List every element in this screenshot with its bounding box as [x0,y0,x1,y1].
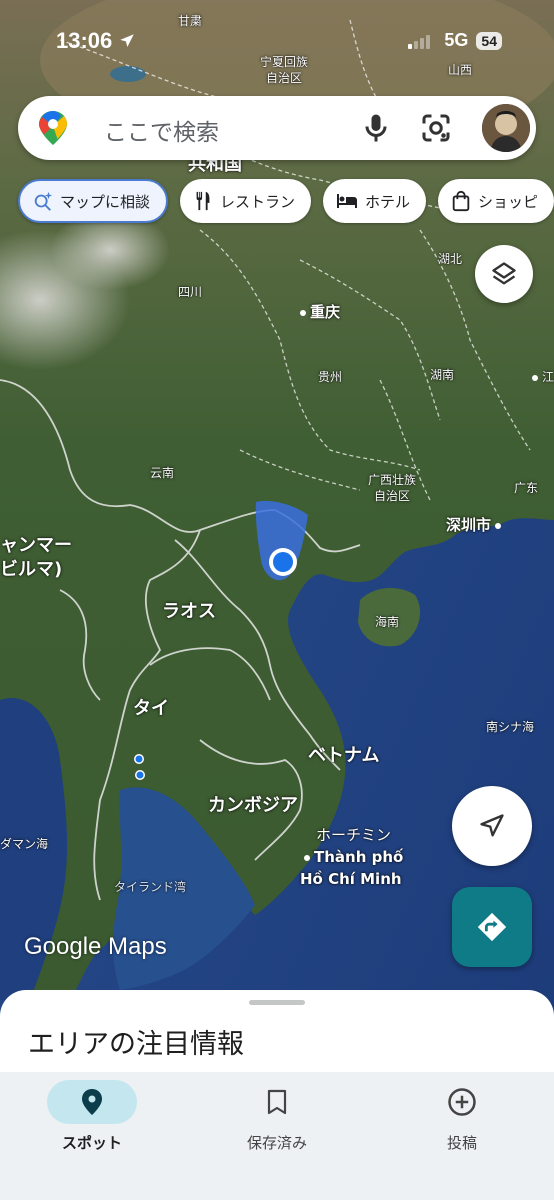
nav-pill [417,1080,507,1124]
time-text: 13:06 [56,28,113,53]
location-arrow-icon [120,34,135,47]
map-label-guizhou: 贵州 [318,370,343,384]
map-label-guangxi: 广西壮族 自治区 [368,473,417,503]
map-label-shanxi: 山西 [448,63,473,77]
chip-label: マップに相談 [60,192,151,211]
google-lens-icon[interactable] [418,110,454,146]
map-label-hochiminh-jp: ホーチミン [316,826,392,844]
map-label-shenzhen: 深圳市 [446,514,505,535]
map-label-chongqing: 重庆 [296,301,340,322]
layers-button[interactable] [475,245,533,303]
bed-icon [337,194,358,208]
map-label-guangdong: 广东 [514,481,539,495]
nav-saved[interactable]: 保存済み [207,1080,347,1153]
chip-shopping[interactable]: ショッピ [438,179,554,223]
city-name: Thành phố Hồ Chí Minh [300,848,404,888]
directions-icon [477,912,507,942]
map-label-yunnan: 云南 [150,466,175,480]
battery-icon: 54 [476,31,502,50]
avatar[interactable] [482,104,530,152]
map-label-jiangxi: 江西 [528,368,554,385]
map-label-hochiminh-vn: Thành phố Hồ Chí Minh [300,846,403,890]
my-location-button[interactable] [452,786,532,866]
location-pin-icon [82,1089,102,1115]
nav-explore[interactable]: スポット [22,1080,162,1153]
map-label-hunan: 湖南 [430,368,455,382]
bottom-navigation: スポット 保存済み 投稿 [0,1072,554,1200]
map-label-gulf-of-thailand: タイランド湾 [114,880,187,894]
nav-pill [47,1080,137,1124]
map-label-hubei: 湖北 [438,252,463,266]
search-bar[interactable]: ここで検索 [18,96,536,160]
status-indicators: 5G 54 [408,30,502,51]
map-label-myanmar: ャンマー ビルマ) [0,535,72,580]
bottom-sheet[interactable]: エリアの注目情報 [0,990,554,1080]
city-name: 江西 [542,370,554,384]
navigation-arrow-icon [480,814,504,837]
microphone-icon[interactable] [358,110,394,146]
city-dot [532,374,538,381]
chip-hotels[interactable]: ホテル [323,179,427,223]
nav-label: 保存済み [246,1134,307,1152]
chip-label: ホテル [365,192,411,211]
bookmark-icon [267,1089,287,1115]
google-maps-watermark: Google Maps [24,933,167,960]
layers-icon [492,262,516,285]
map-label-cambodia: カンボジア [208,795,298,816]
avatar-image [482,104,530,152]
google-maps-pin-icon [39,111,67,145]
map-label-vietnam: ベトナム [308,745,380,766]
sheet-drag-handle[interactable] [249,1000,305,1005]
city-name: 深圳市 [446,516,492,534]
map-label-laos: ラオス [162,601,216,622]
signal-icon [408,33,436,49]
map-label-south-china-sea: 南シナ海 [486,720,535,734]
city-dot [300,309,306,316]
category-chips: マップに相談 レストラン ホテル ショッピ [18,179,554,223]
city-dot [495,522,502,529]
nav-label: 投稿 [446,1134,477,1152]
chip-restaurants[interactable]: レストラン [180,179,312,223]
nav-pill [232,1080,322,1124]
directions-button[interactable] [452,887,532,967]
sheet-title: エリアの注目情報 [28,1029,244,1060]
chip-label: ショッピ [478,192,539,211]
sparkle-search-icon [34,191,53,211]
map-label-andaman-sea: ダマン海 [0,837,49,851]
search-input[interactable]: ここで検索 [104,113,219,147]
nav-label: スポット [61,1134,122,1152]
city-dot [304,854,310,861]
city-name: 重庆 [310,303,341,321]
map-label-thailand: タイ [133,698,169,719]
shopping-bag-icon [452,190,470,212]
nav-contribute[interactable]: 投稿 [392,1080,532,1153]
map-label-sichuan: 四川 [178,285,203,299]
network-type: 5G [444,30,469,50]
status-bar: 13:06 5G 54 [0,24,554,60]
chip-label: レストラン [220,192,296,211]
status-time: 13:06 [56,28,136,54]
chip-ask-maps[interactable]: マップに相談 [18,179,169,223]
fork-knife-icon [196,191,210,211]
add-circle-icon [448,1088,476,1116]
map-label-hainan: 海南 [375,615,400,629]
